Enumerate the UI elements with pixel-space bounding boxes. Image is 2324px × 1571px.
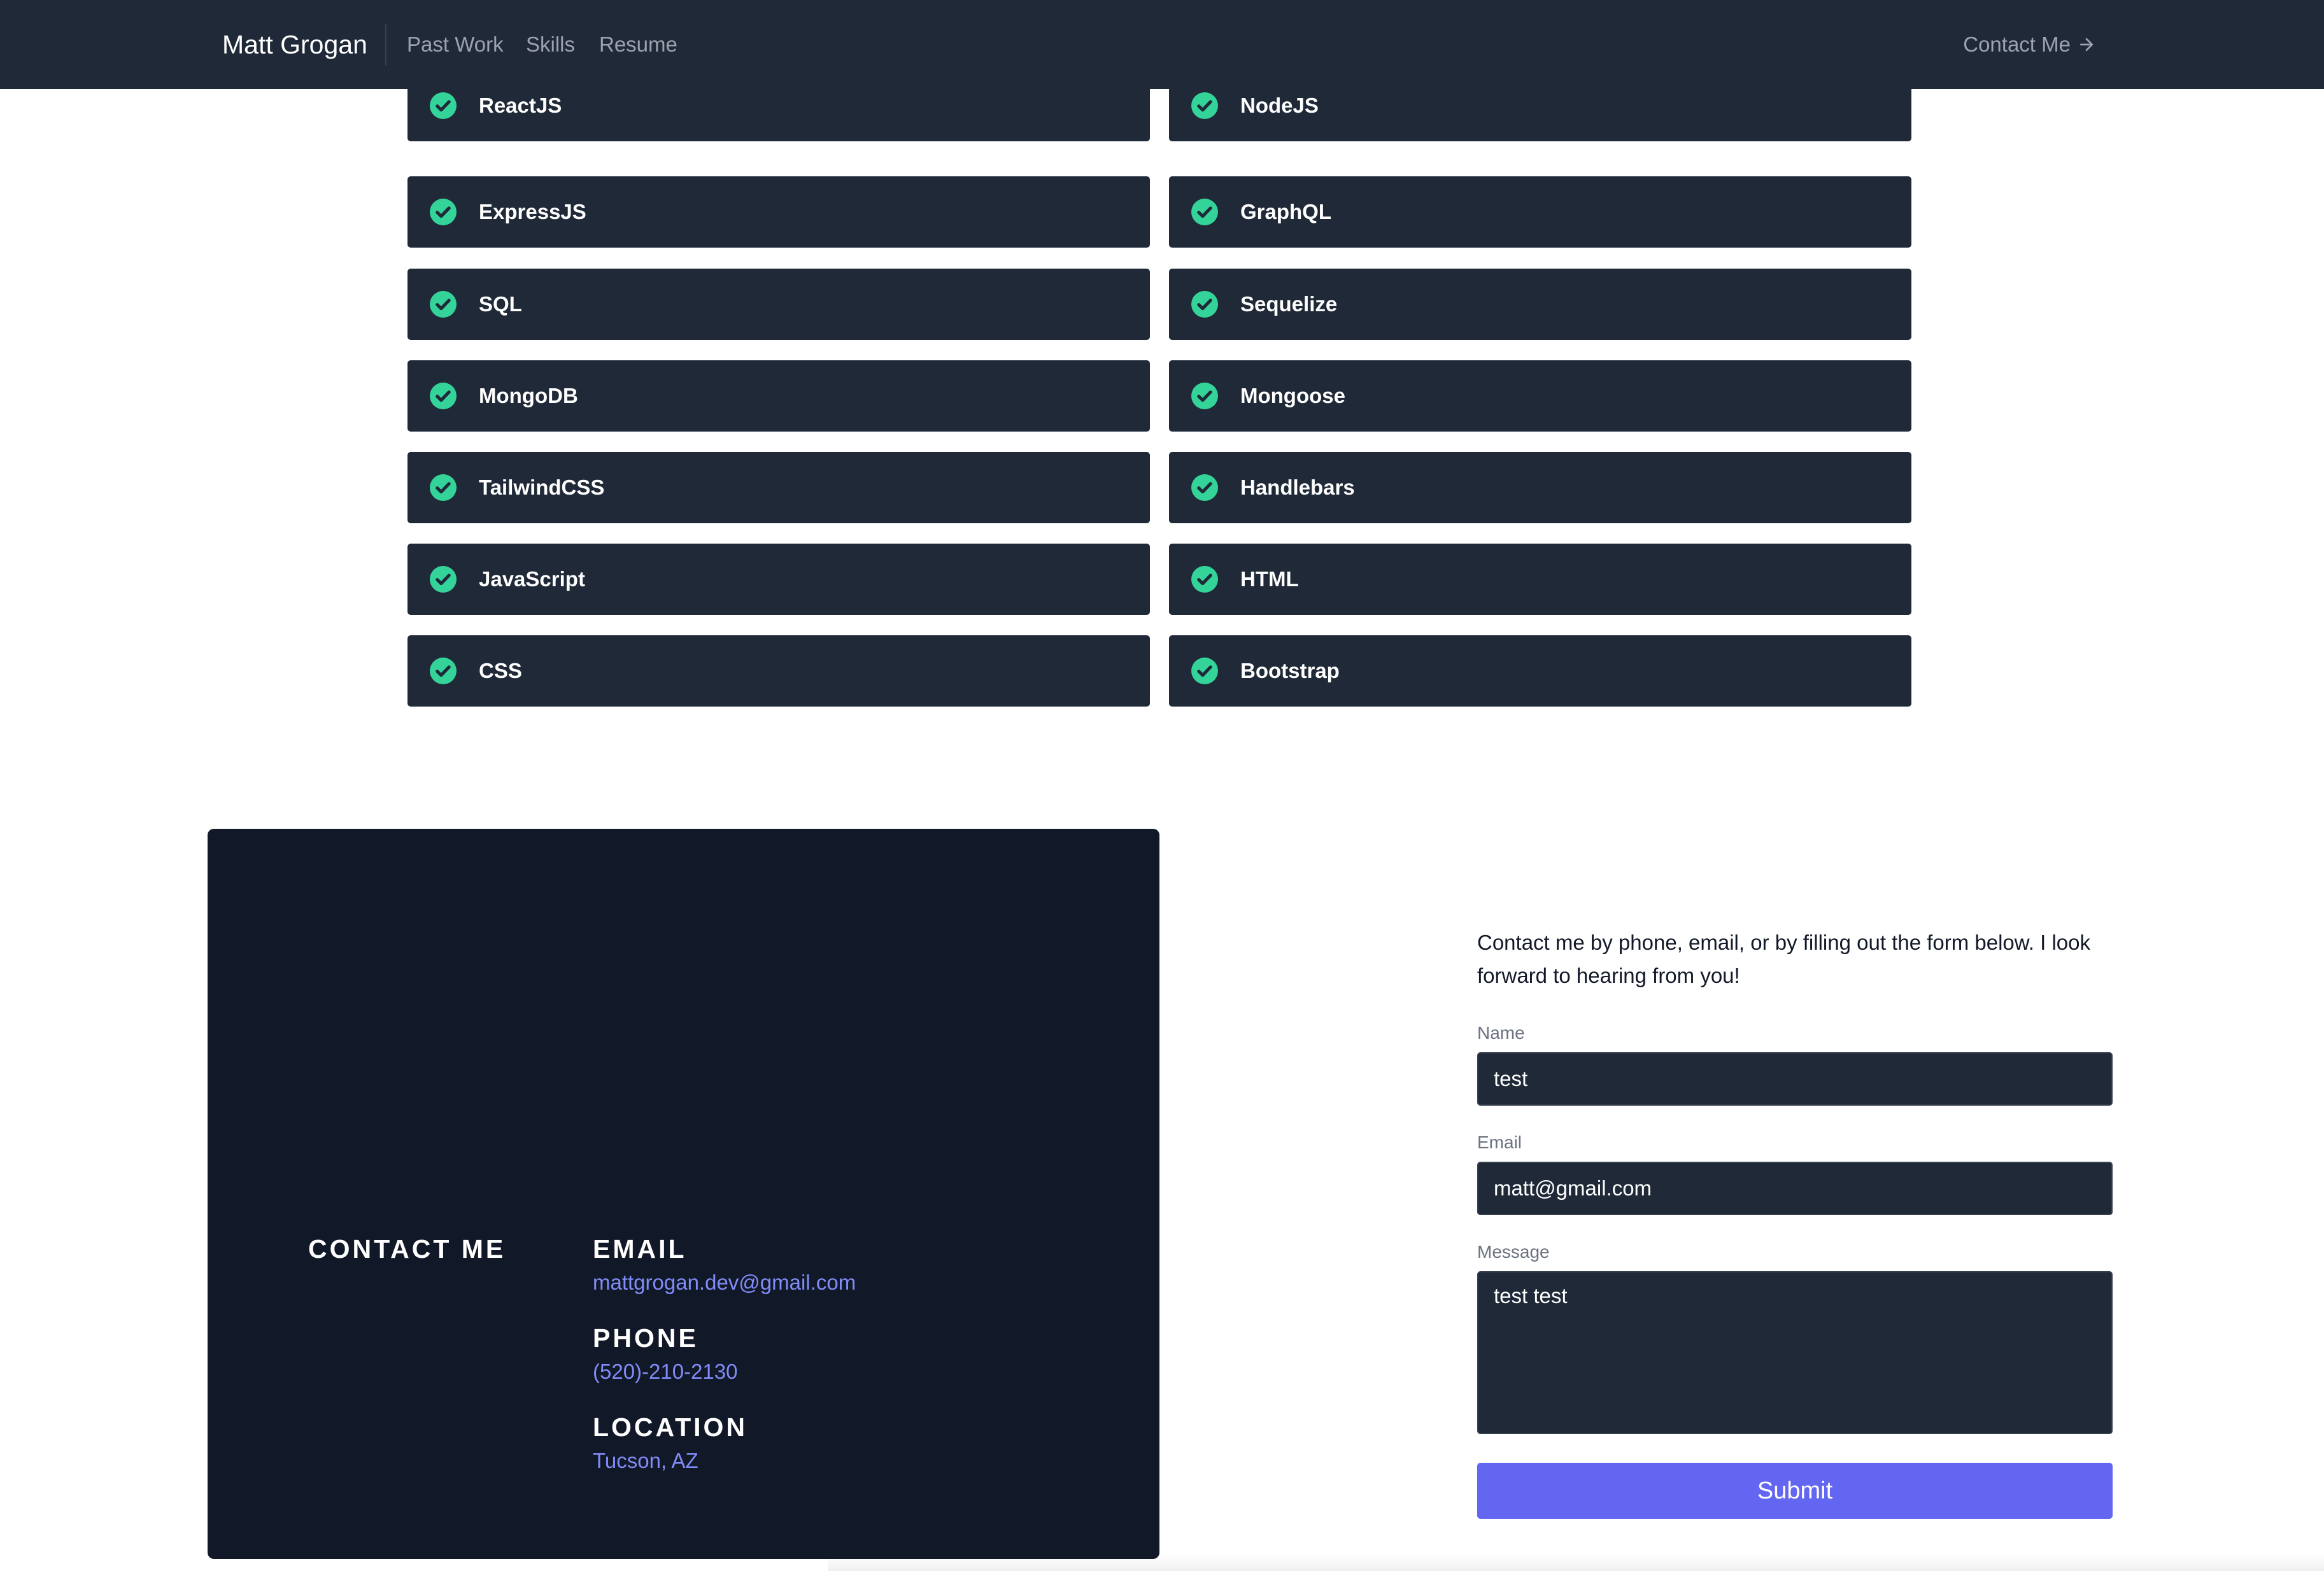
skill-label: SQL — [479, 292, 522, 316]
skill-card: Mongoose — [1169, 360, 1911, 432]
contact-me-label: Contact Me — [1963, 32, 2071, 56]
location-heading: LOCATION — [593, 1412, 748, 1442]
skill-label: GraphQL — [1240, 200, 1332, 223]
contact-me-button[interactable]: Contact Me — [1963, 31, 2096, 58]
location-value: Tucson, AZ — [593, 1449, 698, 1472]
email-link[interactable]: mattgrogan.dev@gmail.com — [593, 1271, 856, 1295]
check-circle-icon — [430, 291, 457, 318]
skill-label: Handlebars — [1240, 476, 1355, 499]
nav-divider — [385, 24, 386, 66]
submit-button[interactable]: Submit — [1477, 1463, 2113, 1519]
arrow-right-icon — [2080, 38, 2094, 52]
skill-card: SQL — [407, 269, 1150, 340]
skill-label: ReactJS — [479, 94, 562, 117]
check-circle-icon — [1191, 383, 1218, 409]
check-circle-icon — [430, 383, 457, 409]
skill-card: JavaScript — [407, 544, 1150, 615]
check-circle-icon — [1191, 92, 1218, 119]
check-circle-icon — [1191, 199, 1218, 225]
skill-card: CSS — [407, 635, 1150, 707]
email-heading: EMAIL — [593, 1234, 687, 1264]
check-circle-icon — [430, 92, 457, 119]
skill-card: HTML — [1169, 544, 1911, 615]
skill-card: MongoDB — [407, 360, 1150, 432]
check-circle-icon — [1191, 566, 1218, 593]
skill-card: Bootstrap — [1169, 635, 1911, 707]
skill-label: CSS — [479, 659, 522, 682]
nav-link-skills[interactable]: Skills — [526, 31, 575, 58]
bottom-shadow — [828, 1553, 2324, 1571]
brand-name[interactable]: Matt Grogan — [222, 28, 367, 61]
phone-heading: PHONE — [593, 1323, 698, 1353]
check-circle-icon — [1191, 658, 1218, 684]
message-label: Message — [1477, 1242, 1550, 1262]
name-label: Name — [1477, 1023, 1525, 1043]
nav-link-past-work[interactable]: Past Work — [407, 31, 504, 58]
skill-card: Sequelize — [1169, 269, 1911, 340]
skill-label: Mongoose — [1240, 384, 1345, 407]
skill-label: TailwindCSS — [479, 476, 605, 499]
email-label: Email — [1477, 1132, 1522, 1152]
name-input[interactable] — [1477, 1052, 2113, 1106]
check-circle-icon — [430, 658, 457, 684]
email-input[interactable] — [1477, 1162, 2113, 1215]
skill-label: NodeJS — [1240, 94, 1319, 117]
skill-label: MongoDB — [479, 384, 578, 407]
check-circle-icon — [430, 474, 457, 501]
skill-card: ExpressJS — [407, 176, 1150, 248]
form-intro-text: Contact me by phone, email, or by fillin… — [1477, 931, 2090, 987]
skill-card: Handlebars — [1169, 452, 1911, 523]
check-circle-icon — [430, 566, 457, 593]
top-navbar: Matt Grogan Past Work Skills Resume Cont… — [0, 0, 2324, 89]
skill-label: Bootstrap — [1240, 659, 1340, 682]
skill-label: HTML — [1240, 567, 1299, 591]
page: Matt Grogan Past Work Skills Resume Cont… — [0, 0, 2324, 1571]
skill-card: GraphQL — [1169, 176, 1911, 248]
contact-info-panel: CONTACT ME EMAIL mattgrogan.dev@gmail.co… — [208, 829, 1159, 1559]
contact-panel-title: CONTACT ME — [308, 1234, 506, 1264]
message-textarea[interactable]: test test — [1477, 1271, 2113, 1434]
skill-label: JavaScript — [479, 567, 585, 591]
phone-value: (520)-210-2130 — [593, 1360, 738, 1383]
check-circle-icon — [1191, 474, 1218, 501]
skill-card: TailwindCSS — [407, 452, 1150, 523]
skill-label: Sequelize — [1240, 292, 1338, 316]
nav-link-resume[interactable]: Resume — [599, 31, 677, 58]
check-circle-icon — [430, 199, 457, 225]
skill-label: ExpressJS — [479, 200, 586, 223]
check-circle-icon — [1191, 291, 1218, 318]
